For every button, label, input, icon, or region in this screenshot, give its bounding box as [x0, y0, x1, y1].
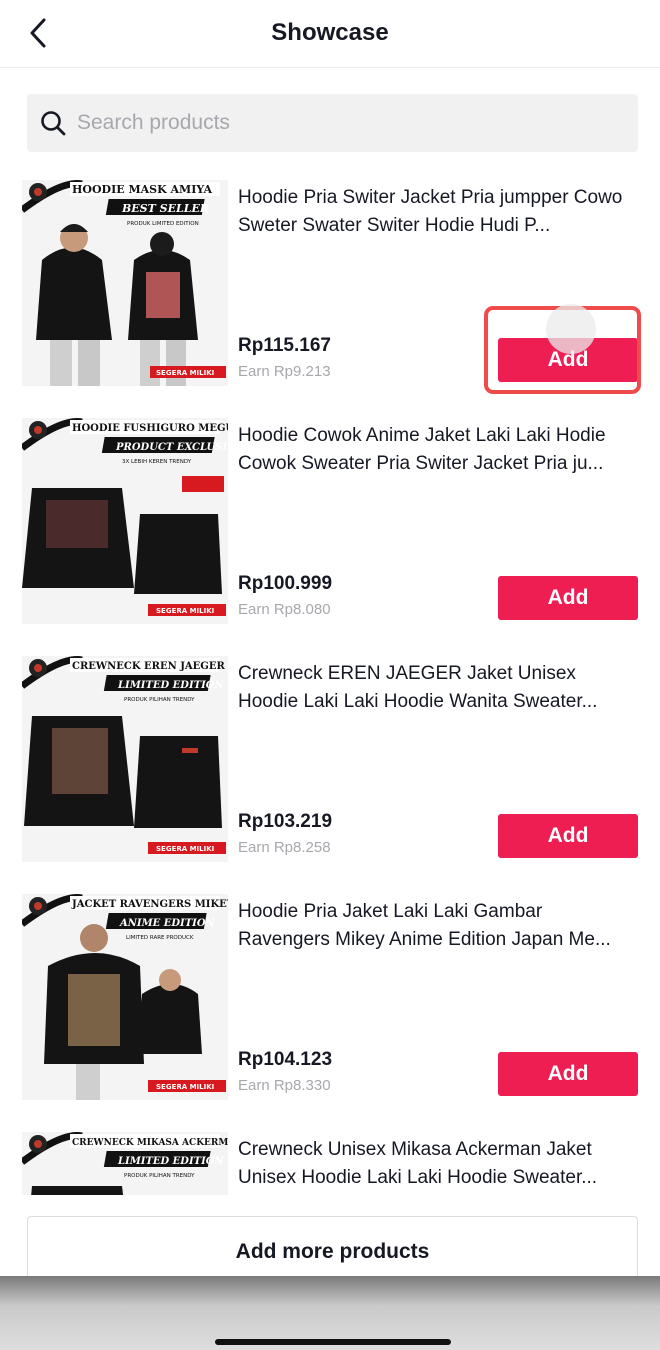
search-icon [41, 111, 66, 136]
tag-text: BEST SELLER [121, 202, 209, 215]
product-earn: Earn Rp8.080 [238, 601, 331, 618]
product-title[interactable]: Hoodie Pria Switer Jacket Pria jumpper C… [238, 184, 638, 240]
page-title: Showcase [271, 19, 389, 46]
banner-text: HOODIE FUSHIGURO MEGUMI [72, 423, 228, 434]
touch-indicator [546, 304, 596, 354]
add-button[interactable]: Add [498, 1052, 638, 1096]
sub-text: PRODUK PILIHAN TRENDY [124, 697, 195, 703]
product-price: Rp104.123 [238, 1049, 333, 1070]
tag-text: LIMITED EDITION [117, 680, 224, 691]
banner-text: JACKET RAVENGERS MIKEY [71, 899, 228, 910]
product-item[interactable]: CREWNECK EREN JAEGER LIMITED EDITION PRO… [0, 646, 660, 884]
tag-text: PRODUCT EXCLUSIVE [115, 442, 228, 453]
footer-text: SEGERA MILIKI [156, 607, 214, 615]
product-image[interactable]: JACKET RAVENGERS MIKEY ANIME EDITION LIM… [22, 894, 228, 1100]
product-image[interactable]: CREWNECK EREN JAEGER LIMITED EDITION PRO… [22, 656, 228, 862]
product-earn: Earn Rp9.213 [238, 363, 331, 380]
product-price: Rp100.999 [238, 573, 333, 594]
product-item[interactable]: CREWNECK MIKASA ACKERMAN LIMITED EDITION… [0, 1122, 660, 1195]
banner-text: HOODIE MASK AMIYA [72, 183, 213, 196]
footer-text: SEGERA MILIKI [156, 1083, 214, 1091]
product-item[interactable]: JACKET RAVENGERS MIKEY ANIME EDITION LIM… [0, 884, 660, 1122]
product-item[interactable]: HOODIE FUSHIGURO MEGUMI PRODUCT EXCLUSIV… [0, 408, 660, 646]
footer-text: SEGERA MILIKI [156, 369, 214, 377]
sub-text: PRODUK LIMITED EDITION [127, 221, 199, 227]
product-title[interactable]: Crewneck EREN JAEGER Jaket Unisex Hoodie… [238, 660, 638, 716]
footer-text: SEGERA MILIKI [156, 845, 214, 853]
add-button[interactable]: Add [498, 814, 638, 858]
tag-text: ANIME EDITION [119, 918, 216, 929]
sub-text: PRODUK PILIHAN TRENDY [124, 1173, 195, 1179]
product-earn: Earn Rp8.258 [238, 839, 331, 856]
home-indicator[interactable] [215, 1339, 451, 1345]
add-button[interactable]: Add [498, 576, 638, 620]
header: Showcase [0, 0, 660, 68]
product-price: Rp103.219 [238, 811, 333, 832]
search-input[interactable] [77, 94, 617, 152]
banner-text: CREWNECK MIKASA ACKERMAN [72, 1138, 228, 1148]
sub-text: LIMITED RARE PRODUCK [126, 935, 194, 941]
tag-text: LIMITED EDITION [117, 1156, 224, 1167]
product-title[interactable]: Hoodie Cowok Anime Jaket Laki Laki Hodie… [238, 422, 638, 478]
sub-text: 3X LEBIH KEREN TRENDY [122, 459, 192, 465]
search-bar[interactable] [27, 94, 638, 152]
product-title[interactable]: Hoodie Pria Jaket Laki Laki Gambar Raven… [238, 898, 638, 954]
product-price: Rp115.167 [238, 335, 331, 356]
product-title[interactable]: Crewneck Unisex Mikasa Ackerman Jaket Un… [238, 1136, 638, 1192]
product-image[interactable]: HOODIE FUSHIGURO MEGUMI PRODUCT EXCLUSIV… [22, 418, 228, 624]
product-earn: Earn Rp8.330 [238, 1077, 331, 1094]
product-image[interactable]: HOODIE MASK AMIYA BEST SELLER PRODUK LIM… [22, 180, 228, 386]
product-image[interactable]: CREWNECK MIKASA ACKERMAN LIMITED EDITION… [22, 1132, 228, 1195]
banner-text: CREWNECK EREN JAEGER [72, 661, 225, 672]
